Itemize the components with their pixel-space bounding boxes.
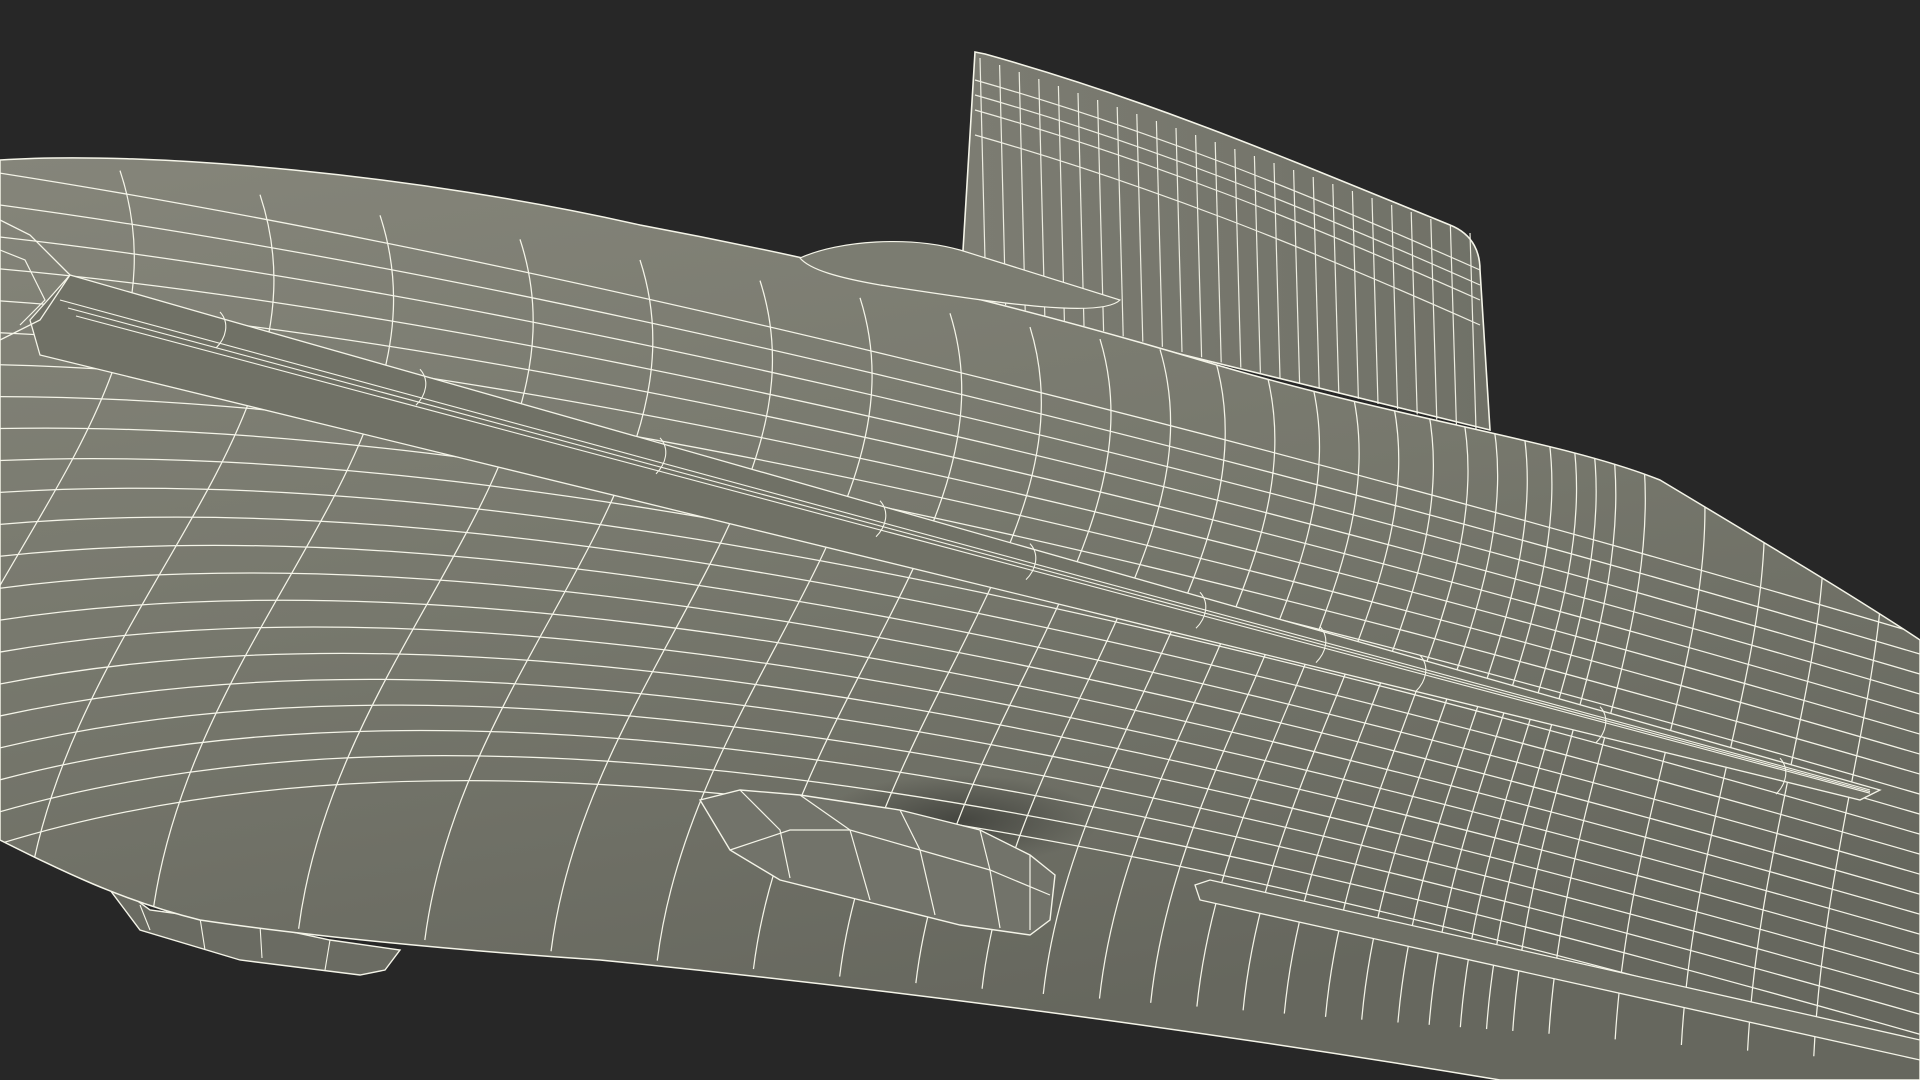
viewport-render	[0, 0, 1920, 1080]
